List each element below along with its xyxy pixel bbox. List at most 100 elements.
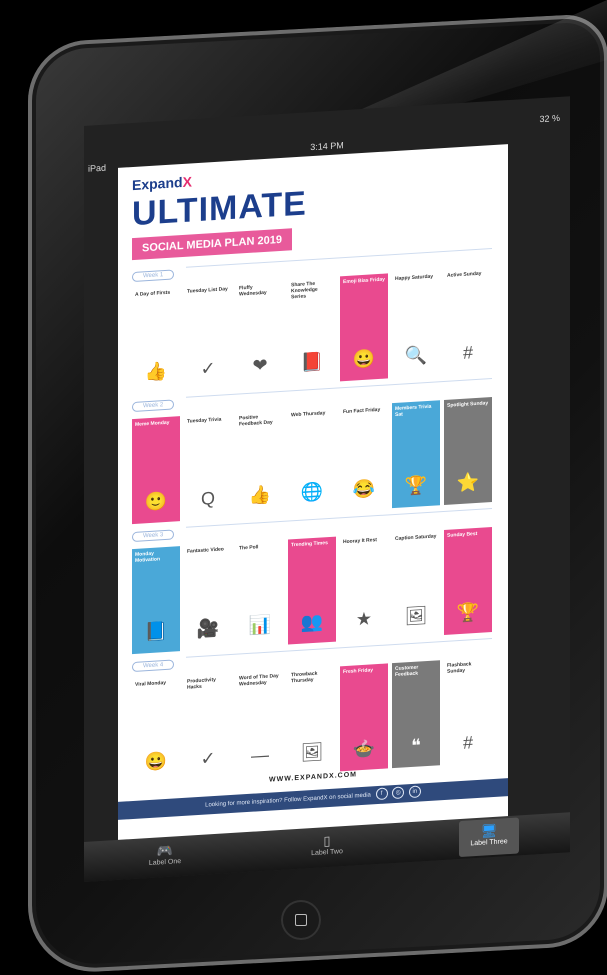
week-days: Monday Motivation 📘 Fantastic Video 🎥 The Po…	[132, 527, 492, 655]
day-illustration-icon: ❝	[411, 735, 421, 756]
battery-indicator: 32 %	[539, 112, 560, 125]
day-card: Fantastic Video 🎥	[184, 543, 232, 651]
linkedin-icon[interactable]: in	[408, 785, 421, 799]
day-illustration-icon: 👍	[144, 360, 168, 383]
week-section: Week 3 Monday Motivation 📘 Fantastic Video 🎥…	[132, 503, 492, 655]
ipod-icon: ▯	[323, 832, 331, 849]
tab-label-two[interactable]: ▯ Label Two	[297, 827, 357, 867]
ipad-screen: iPad 3:14 PM 32 % ExpandX ULTIMATE SOCIA…	[84, 96, 570, 882]
day-illustration-icon: ✓	[200, 357, 216, 379]
day-card: Hooray It Rest ★	[340, 533, 388, 641]
day-illustration-icon: 😂	[352, 478, 376, 500]
day-illustration-icon: 🏆	[404, 475, 428, 497]
day-title: Viral Monday	[135, 679, 167, 688]
day-card: Productivity Hacks ✓	[184, 673, 232, 781]
day-illustration-icon: 👍	[248, 484, 272, 506]
home-button[interactable]	[281, 900, 321, 940]
day-card: Viral Monday 😀	[132, 676, 180, 784]
day-title: Fresh Friday	[343, 667, 374, 676]
day-title: Share The Knowledge Series	[291, 280, 318, 301]
day-title: Trending Times	[291, 540, 328, 549]
day-title: Customer Feedback	[395, 664, 419, 678]
monitor-icon: 🖥	[480, 822, 498, 839]
day-card: Word of The Day Wednesday —	[236, 670, 284, 778]
day-title: Members Trivia Sat	[395, 403, 432, 418]
day-illustration-icon: —	[251, 744, 269, 766]
day-title: Flashback Sunday	[447, 661, 472, 675]
day-title: Fluffy Wednesday	[239, 284, 267, 298]
day-title: Caption Saturday	[395, 533, 437, 542]
day-card: Caption Saturday 🖼	[392, 530, 440, 638]
day-illustration-icon: ✓	[200, 747, 216, 769]
day-illustration-icon: #	[462, 732, 474, 753]
instagram-icon[interactable]: ◎	[392, 786, 405, 800]
day-illustration-icon: Q	[200, 487, 216, 509]
day-card: Share The Knowledge Series 📕	[288, 277, 336, 385]
day-card: Trending Times 👥	[288, 536, 336, 645]
day-illustration-icon: ❤	[252, 354, 268, 376]
day-card: Happy Saturday 🔍	[392, 270, 440, 378]
day-illustration-icon: ⭐	[456, 471, 480, 494]
week-label: Week 2	[132, 399, 175, 413]
day-card: Web Thursday 🌐	[288, 407, 336, 515]
day-title: Tuesday List Day	[187, 286, 228, 295]
day-card: Emoji Bias Friday 😀	[340, 273, 388, 382]
day-title: Fantastic Video	[187, 546, 224, 555]
day-card: Tuesday Trivia Q	[184, 413, 232, 521]
facebook-icon[interactable]: f	[375, 787, 388, 801]
day-card: Tuesday List Day ✓	[184, 283, 232, 391]
week-label: Week 4	[132, 659, 175, 673]
day-card: Active Sunday #	[444, 267, 492, 375]
day-illustration-icon: 🖼	[300, 741, 324, 763]
day-title: Hooray It Rest	[343, 537, 377, 546]
tab-label-one[interactable]: 🎮 Label One	[135, 837, 195, 877]
day-illustration-icon: #	[462, 342, 474, 363]
week-days: Viral Monday 😀 Productivity Hacks ✓ Word of …	[132, 657, 492, 784]
day-card: Fresh Friday 🍲	[340, 663, 388, 772]
day-card: Members Trivia Sat 🏆	[392, 400, 440, 509]
week-label: Week 1	[132, 269, 175, 283]
week-section: Week 4 Viral Monday 😀 Productivity Hacks ✓ Wo…	[132, 633, 492, 784]
week-section: Week 2 Meme Monday 🙂 Tuesday Trivia Q Positiv…	[132, 373, 492, 525]
day-title: Meme Monday	[135, 419, 170, 428]
day-card: Fun Fact Friday 😂	[340, 403, 388, 511]
gamepad-icon: 🎮	[156, 842, 174, 859]
day-title: Positive Feedback Day	[239, 414, 273, 428]
page-subtitle: SOCIAL MEDIA PLAN 2019	[132, 228, 292, 261]
follow-text: Looking for more inspiration? Follow Exp…	[205, 792, 371, 809]
day-card: Positive Feedback Day 👍	[236, 410, 284, 518]
day-title: Productivity Hacks	[187, 676, 216, 691]
day-title: Emoji Bias Friday	[343, 276, 385, 286]
day-title: Happy Saturday	[395, 273, 434, 282]
day-title: The Poll	[239, 544, 259, 552]
day-illustration-icon: 🌐	[300, 481, 324, 503]
day-illustration-icon: 👥	[300, 611, 324, 633]
day-card: Fluffy Wednesday ❤	[236, 280, 284, 388]
day-title: Sunday Best	[447, 530, 478, 539]
day-illustration-icon: 🖼	[404, 604, 428, 627]
infographic-content: ExpandX ULTIMATE SOCIAL MEDIA PLAN 2019 …	[118, 144, 508, 846]
day-card: Customer Feedback ❝	[392, 660, 440, 769]
day-illustration-icon: 🔍	[404, 345, 428, 367]
day-illustration-icon: 🍲	[352, 738, 376, 760]
day-card: Monday Motivation 📘	[132, 546, 180, 655]
day-card: Meme Monday 🙂	[132, 416, 180, 525]
day-illustration-icon: 😀	[352, 348, 376, 370]
day-card: Flashback Sunday #	[444, 657, 492, 765]
home-square-icon	[295, 914, 307, 926]
day-title: A Day of Firsts	[135, 289, 171, 298]
week-section: Week 1 A Day of Firsts 👍 Tuesday List Day ✓ F…	[132, 243, 492, 394]
day-title: Fun Fact Friday	[343, 406, 381, 416]
day-title: Monday Motivation	[135, 550, 160, 564]
day-illustration-icon: 🙂	[144, 490, 168, 513]
day-card: Spotlight Sunday ⭐	[444, 397, 492, 505]
day-illustration-icon: 🏆	[456, 601, 480, 624]
week-days: A Day of Firsts 👍 Tuesday List Day ✓ Fluffy …	[132, 267, 492, 394]
week-days: Meme Monday 🙂 Tuesday Trivia Q Positive Feed…	[132, 397, 492, 525]
day-card: The Poll 📊	[236, 540, 284, 648]
week-label: Week 3	[132, 529, 175, 543]
day-title: Spotlight Sunday	[447, 400, 489, 409]
tab-label-three[interactable]: 🖥 Label Three	[459, 817, 519, 858]
day-title: Tuesday Trivia	[187, 416, 222, 425]
day-illustration-icon: ★	[355, 608, 373, 630]
